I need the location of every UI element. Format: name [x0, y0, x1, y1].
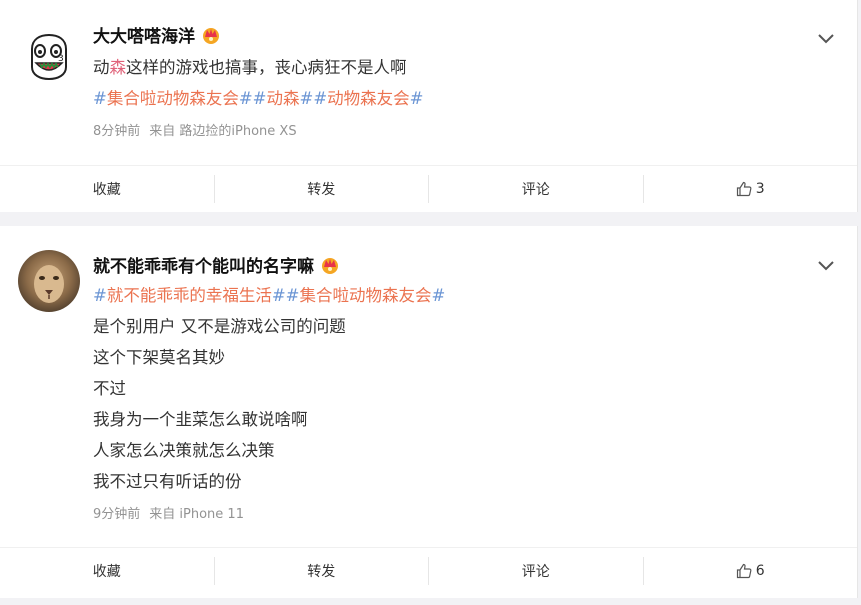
crown-icon	[201, 25, 221, 45]
post-line: 我不过只有听话的份	[93, 472, 242, 491]
comment-label: 评论	[521, 563, 550, 580]
chevron-down-icon[interactable]	[817, 30, 835, 44]
comment-label: 评论	[521, 181, 550, 198]
post-time[interactable]: 8分钟前	[93, 124, 140, 139]
post-meta: 8分钟前 来自 路边捡的iPhone XS	[93, 120, 297, 139]
post-source: 来自 路边捡的iPhone XS	[149, 124, 297, 139]
repost-button[interactable]: 转发	[213, 556, 429, 585]
svg-text:3: 3	[58, 54, 64, 64]
post-line: 是个别用户 又不是游戏公司的问题	[93, 317, 346, 336]
chevron-down-icon[interactable]	[817, 257, 835, 271]
like-count: 6	[755, 562, 765, 579]
post-header: 大大嗒嗒海洋	[93, 22, 221, 47]
repost-label: 转发	[307, 181, 336, 198]
comment-button[interactable]: 评论	[428, 174, 643, 203]
post-line: 人家怎么决策就怎么决策	[93, 441, 275, 460]
highlight-text: 森	[109, 58, 127, 77]
like-button[interactable]: 3	[642, 174, 858, 203]
username[interactable]: 大大嗒嗒海洋	[93, 22, 195, 47]
like-count: 3	[755, 180, 765, 197]
post-text: #就不能乖乖的幸福生活##集合啦动物森友会# 是个别用户 又不是游戏公司的问题 …	[93, 280, 445, 497]
post-line: 这个下架莫名其妙	[93, 348, 225, 367]
hashtag-line: #集合啦动物森友会##动森##动物森友会#	[93, 83, 423, 114]
collect-button[interactable]: 收藏	[0, 557, 214, 585]
hashtag-link[interactable]: #集合啦动物森友会#	[93, 89, 253, 108]
hashtag-line: #就不能乖乖的幸福生活##集合啦动物森友会#	[93, 280, 445, 311]
collect-label: 收藏	[92, 181, 121, 198]
hashtag-link[interactable]: #集合啦动物森友会#	[286, 286, 446, 305]
hashtag-link[interactable]: #动森#	[253, 89, 314, 108]
post-source: 来自 iPhone 11	[149, 507, 244, 522]
text-part: 动	[93, 58, 110, 77]
avatar[interactable]: 3	[18, 27, 80, 89]
avatar[interactable]	[18, 250, 80, 312]
thumbs-up-icon	[736, 181, 752, 196]
collect-label: 收藏	[92, 563, 121, 580]
post-line: 我身为一个韭菜怎么敢说啥啊	[93, 410, 308, 429]
text-part: 这样的游戏也搞事，丧心病狂不是人啊	[126, 58, 407, 77]
post-meta: 9分钟前 来自 iPhone 11	[93, 503, 244, 522]
post-card: 3 大大嗒嗒海洋 动森这样的游戏也搞事，丧心病狂不是人啊 #集合啦动物森友会##…	[0, 0, 858, 212]
comment-button[interactable]: 评论	[428, 556, 643, 585]
thumbs-up-icon	[736, 563, 752, 578]
hashtag-link[interactable]: #动物森友会#	[313, 89, 423, 108]
repost-label: 转发	[307, 563, 336, 580]
like-button[interactable]: 6	[642, 556, 858, 585]
repost-button[interactable]: 转发	[213, 174, 429, 203]
post-line: 动森这样的游戏也搞事，丧心病狂不是人啊	[93, 52, 423, 83]
action-bar: 收藏 转发 评论 3	[0, 165, 857, 211]
username[interactable]: 就不能乖乖有个能叫的名字嘛	[93, 252, 314, 277]
post-time[interactable]: 9分钟前	[93, 507, 140, 522]
action-bar: 收藏 转发 评论 6	[0, 547, 857, 593]
collect-button[interactable]: 收藏	[0, 175, 214, 203]
post-text: 动森这样的游戏也搞事，丧心病狂不是人啊 #集合啦动物森友会##动森##动物森友会…	[93, 52, 423, 114]
post-card: 就不能乖乖有个能叫的名字嘛 #就不能乖乖的幸福生活##集合啦动物森友会# 是个别…	[0, 226, 858, 598]
post-header: 就不能乖乖有个能叫的名字嘛	[93, 252, 340, 277]
hashtag-link[interactable]: #就不能乖乖的幸福生活#	[93, 286, 286, 305]
crown-icon	[320, 255, 340, 275]
post-line: 不过	[93, 379, 126, 398]
